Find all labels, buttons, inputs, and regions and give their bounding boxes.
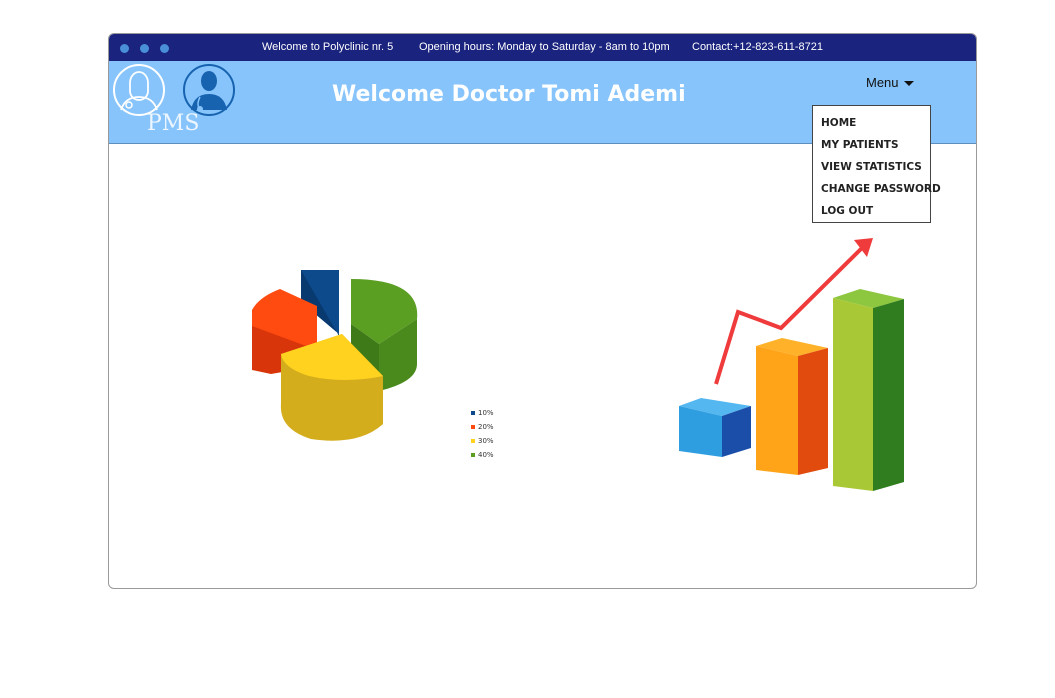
caret-down-icon — [903, 81, 914, 87]
info-bar: Welcome to Polyclinic nr. 5 Opening hour… — [109, 34, 976, 61]
menu-label: Menu — [866, 75, 899, 90]
app-window: Welcome to Polyclinic nr. 5 Opening hour… — [108, 33, 977, 589]
menu-toggle[interactable]: Menu — [866, 75, 914, 90]
welcome-text: Welcome to Polyclinic nr. 5 — [262, 41, 394, 53]
bar-chart-illustration — [679, 238, 904, 491]
pms-logo-text: PMS — [147, 111, 199, 136]
menu-item-home[interactable]: HOME — [813, 112, 930, 134]
menu-item-log-out[interactable]: LOG OUT — [813, 200, 930, 222]
window-dot-icon[interactable] — [140, 44, 149, 53]
menu-item-change-password[interactable]: CHANGE PASSWORD — [813, 178, 941, 200]
legend-item: 40% — [471, 448, 494, 462]
pms-logo: PMS — [113, 64, 235, 136]
menu-item-view-statistics[interactable]: VIEW STATISTICS — [813, 156, 930, 178]
contact-text: Contact:+12-823-611-8721 — [692, 41, 823, 53]
page-title: Welcome Doctor Tomi Ademi — [332, 82, 686, 107]
menu-dropdown: HOME MY PATIENTS VIEW STATISTICS CHANGE … — [812, 105, 941, 223]
window-dot-icon[interactable] — [120, 44, 129, 53]
menu-item-my-patients[interactable]: MY PATIENTS — [813, 134, 930, 156]
pie-chart-illustration — [252, 270, 418, 441]
pie-legend: 10% 20% 30% 40% — [471, 406, 494, 462]
legend-item: 10% — [471, 406, 494, 420]
opening-hours-text: Opening hours: Monday to Saturday - 8am … — [419, 41, 670, 53]
legend-item: 20% — [471, 420, 494, 434]
legend-item: 30% — [471, 434, 494, 448]
window-dot-icon[interactable] — [160, 44, 169, 53]
